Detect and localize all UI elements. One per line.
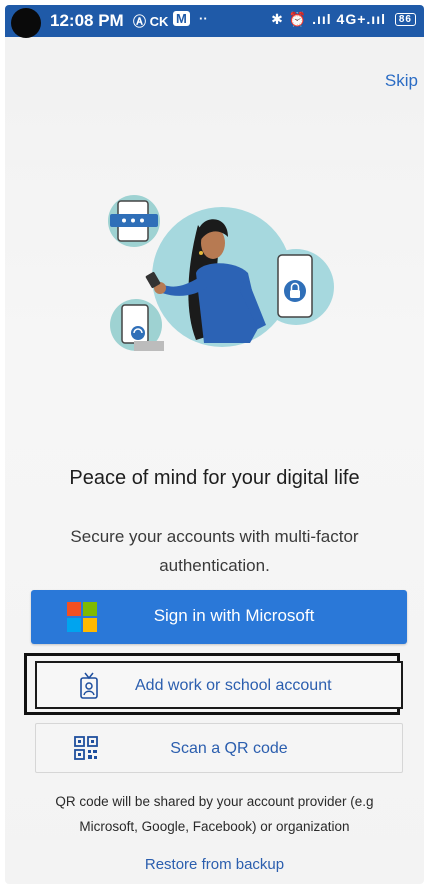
system-icons: ✱ ⏰ .ııl 4G+.ııl 86 <box>271 11 416 28</box>
app-screen: 12:08 PM Ⓐ CK M ·· ✱ ⏰ .ııl 4G+.ııl 86 S… <box>5 5 424 884</box>
hero-illustration <box>108 195 334 351</box>
more-dots-icon: ·· <box>199 11 208 26</box>
notification-icons: Ⓐ CK <box>133 14 169 29</box>
status-time: 12:08 PM <box>50 11 124 30</box>
qr-note-text: QR code will be shared by your account p… <box>55 794 374 834</box>
page-title: Peace of mind for your digital life <box>69 467 360 489</box>
status-bar: 12:08 PM Ⓐ CK M ·· ✱ ⏰ .ııl 4G+.ııl 86 <box>5 5 424 38</box>
add-work-account-label: Add work or school account <box>135 677 332 694</box>
battery-icon: 86 <box>394 13 416 26</box>
scan-qr-button[interactable]: Scan a QR code <box>35 723 403 773</box>
id-badge-icon <box>80 672 98 699</box>
front-camera <box>11 8 41 38</box>
page-subtitle: Secure your accounts with multi-factor a… <box>70 527 359 575</box>
m-badge-icon: M <box>173 11 190 26</box>
sign-in-microsoft-button[interactable]: Sign in with Microsoft <box>31 590 407 644</box>
add-work-account-button[interactable]: Add work or school account <box>35 661 403 709</box>
sign-in-label: Sign in with Microsoft <box>153 606 315 625</box>
scan-qr-label: Scan a QR code <box>170 740 288 757</box>
skip-link[interactable]: Skip <box>385 71 418 91</box>
signal-icons: ✱ ⏰ .ııl 4G+.ııl <box>271 11 386 27</box>
restore-backup-link[interactable]: Restore from backup <box>5 856 424 873</box>
